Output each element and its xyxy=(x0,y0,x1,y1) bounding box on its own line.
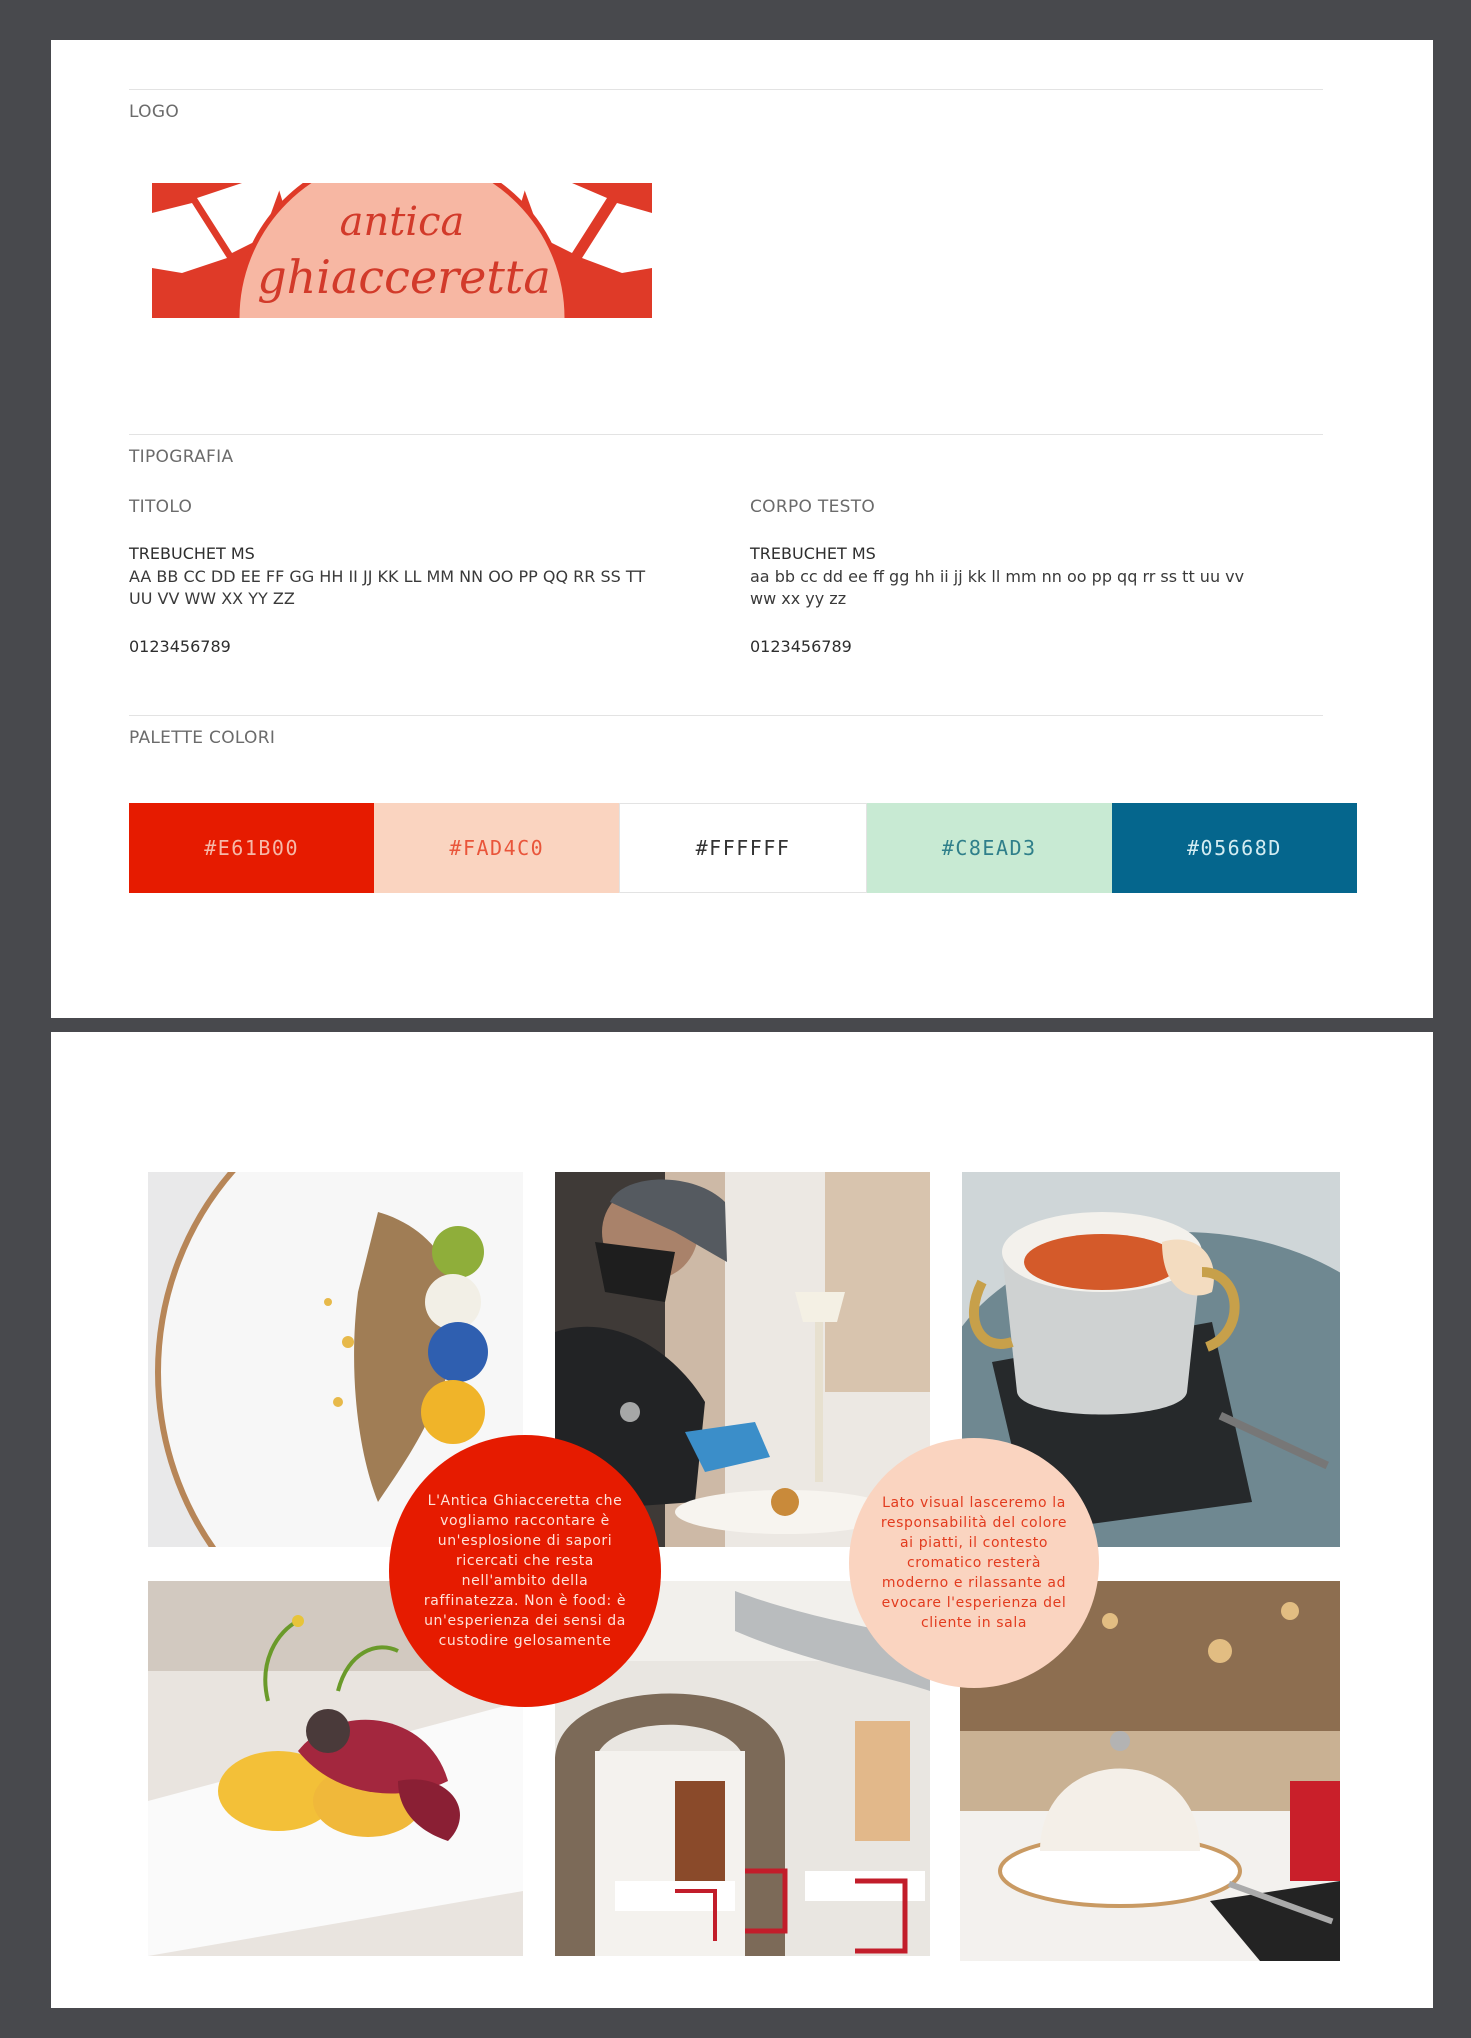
brand-guidelines-page: LOGO antica ghiacceretta TIPOGRAFIA TITO… xyxy=(51,40,1433,1018)
title-font-name: TREBUCHET MS xyxy=(129,544,255,563)
brand-logo: antica ghiacceretta xyxy=(152,183,652,318)
title-font-sample: AA BB CC DD EE FF GG HH II JJ KK LL MM N… xyxy=(129,567,646,608)
body-font-digits: 0123456789 xyxy=(750,637,852,656)
typography-section-label: TIPOGRAFIA xyxy=(129,447,234,467)
color-swatch: #FFFFFF xyxy=(619,803,867,893)
logo-wordmark-line2: ghiacceretta xyxy=(257,250,551,304)
section-divider xyxy=(129,715,1323,716)
moodboard-page: L'Antica Ghiacceretta che vogliamo racco… xyxy=(51,1032,1433,2008)
section-divider xyxy=(129,434,1323,435)
color-swatch: #C8EAD3 xyxy=(866,803,1112,893)
title-font-label: TITOLO xyxy=(129,497,193,517)
color-swatch: #FAD4C0 xyxy=(374,803,620,893)
logo-section-label: LOGO xyxy=(129,102,180,122)
color-swatch: #E61B00 xyxy=(129,803,375,893)
body-font-name: TREBUCHET MS xyxy=(750,544,876,563)
color-swatch: #05668D xyxy=(1111,803,1358,893)
logo-wordmark-line1: antica xyxy=(340,199,465,245)
visual-direction-bubble: Lato visual lasceremo la responsabilità … xyxy=(849,1438,1099,1688)
color-palette: #E61B00 #FAD4C0 #FFFFFF #C8EAD3 #05668D xyxy=(129,803,1358,893)
body-font-sample: aa bb cc dd ee ff gg hh ii jj kk ll mm n… xyxy=(750,567,1245,608)
brand-story-bubble: L'Antica Ghiacceretta che vogliamo racco… xyxy=(389,1435,661,1707)
section-divider xyxy=(129,89,1323,90)
palette-section-label: PALETTE COLORI xyxy=(129,728,276,748)
body-font-label: CORPO TESTO xyxy=(750,497,876,517)
title-font-digits: 0123456789 xyxy=(129,637,231,656)
